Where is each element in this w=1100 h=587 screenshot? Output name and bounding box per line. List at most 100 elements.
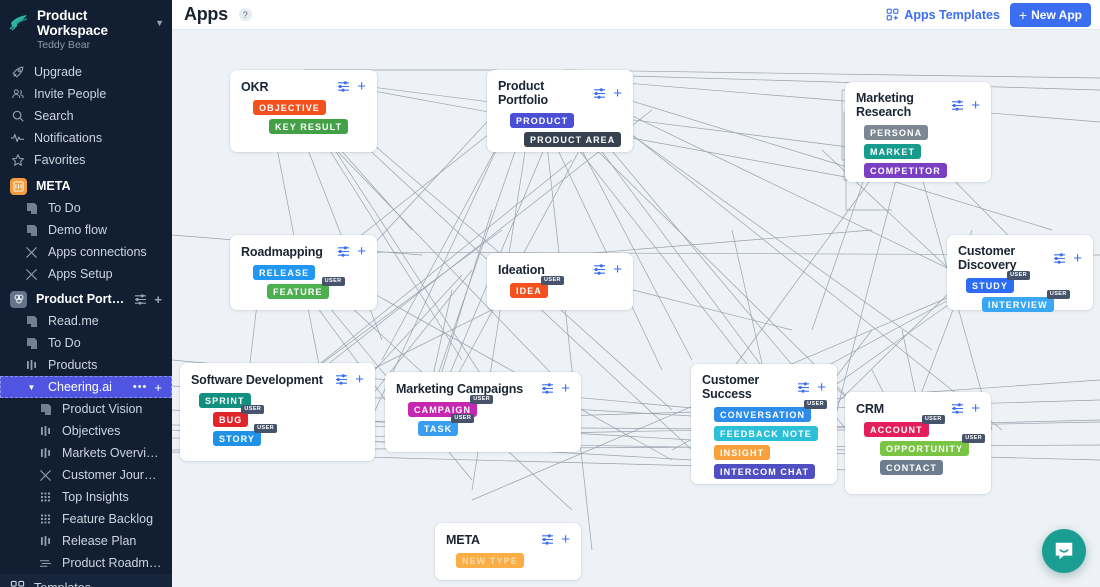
sidebar-item-top-insights[interactable]: Top Insights: [0, 486, 172, 508]
sidebar-group-label: META: [36, 179, 71, 193]
sliders-icon[interactable]: [951, 99, 964, 111]
entity-type-tag[interactable]: STORY: [213, 431, 262, 446]
add-type-button[interactable]: +: [817, 380, 826, 395]
sliders-icon[interactable]: [951, 403, 964, 414]
sidebar-item-label: Search: [34, 109, 74, 123]
sidebar-item-apps-setup[interactable]: Apps Setup: [0, 263, 172, 285]
add-type-button[interactable]: +: [561, 381, 570, 396]
sidebar-item-demo-flow[interactable]: Demo flow: [0, 219, 172, 241]
sliders-icon[interactable]: [593, 264, 606, 275]
app-card-meta[interactable]: META + NEW TYPE: [435, 523, 581, 580]
entity-type-tag[interactable]: PRODUCT AREA: [524, 132, 622, 147]
app-card-ideation[interactable]: Ideation + IDEA USER: [487, 253, 633, 310]
add-type-button[interactable]: +: [971, 98, 980, 113]
entity-type-tag[interactable]: PRODUCT: [510, 113, 575, 128]
sidebar-item-markets-overview[interactable]: Markets Overview: [0, 442, 172, 464]
entity-type-tag[interactable]: COMPETITOR: [864, 163, 947, 178]
app-card-software-development[interactable]: Software Development + SPRINT BUG USER STORY U…: [180, 363, 375, 461]
sliders-icon[interactable]: [1053, 252, 1066, 264]
sidebar-item-meta-to-do[interactable]: To Do: [0, 197, 172, 219]
sidebar-item-read-me[interactable]: Read.me: [0, 310, 172, 332]
entity-type-tag[interactable]: OPPORTUNITY: [880, 441, 970, 456]
sliders-icon[interactable]: [541, 383, 554, 394]
entity-type-tag[interactable]: CONTACT: [880, 460, 944, 475]
sidebar-group-cheering-ai[interactable]: ▼ Cheering.ai ••• +: [0, 376, 172, 398]
sidebar-item-search[interactable]: Search: [0, 105, 172, 127]
user-badge: USER: [470, 395, 494, 404]
sidebar-item-templates[interactable]: Templates: [0, 574, 172, 587]
entity-type-tag[interactable]: NEW TYPE: [456, 553, 524, 568]
add-type-button[interactable]: +: [971, 401, 980, 416]
sidebar-group-product-portfolio[interactable]: Product Portfolio +: [0, 288, 172, 310]
app-card-marketing-campaigns[interactable]: Marketing Campaigns + CAMPAIGN USER TASK USER: [385, 372, 581, 452]
add-type-button[interactable]: +: [613, 86, 622, 101]
sidebar-item-objectives[interactable]: Objectives: [0, 420, 172, 442]
sidebar-item-customer-journey-map[interactable]: Customer Journey M...: [0, 464, 172, 486]
user-badge: USER: [541, 276, 564, 285]
tag-wrapper: INSIGHT: [714, 445, 771, 460]
sliders-icon[interactable]: [337, 246, 350, 257]
entity-type-tag[interactable]: INTERVIEW: [982, 297, 1054, 312]
sliders-icon[interactable]: [797, 381, 810, 393]
entity-type-tag[interactable]: KEY RESULT: [269, 119, 349, 134]
sidebar-item-feature-backlog[interactable]: Feature Backlog: [0, 508, 172, 530]
add-button[interactable]: +: [154, 293, 162, 306]
add-type-button[interactable]: +: [357, 79, 366, 94]
sidebar-item-apps-connections[interactable]: Apps connections: [0, 241, 172, 263]
add-type-button[interactable]: +: [1073, 251, 1082, 266]
sidebar-item-invite-people[interactable]: Invite People: [0, 83, 172, 105]
entity-type-tag[interactable]: INTERCOM CHAT: [714, 464, 816, 479]
entity-type-tag[interactable]: RELEASE: [253, 265, 316, 280]
entity-type-tag[interactable]: STUDY: [966, 278, 1015, 293]
apps-templates-button[interactable]: Apps Templates: [886, 8, 1000, 22]
app-card-customer-success[interactable]: Customer Success + CONVERSATION USER FEEDBAC…: [691, 364, 837, 484]
entity-type-tag[interactable]: FEATURE: [267, 284, 329, 299]
app-card-okr[interactable]: OKR + OBJECTIVE KEY RESULT: [230, 70, 377, 152]
sidebar-item-notifications[interactable]: Notifications: [0, 127, 172, 149]
entity-type-tag[interactable]: MARKET: [864, 144, 922, 159]
new-app-button[interactable]: + New App: [1009, 2, 1091, 27]
app-card-product-portfolio[interactable]: Product Portfolio + PRODUCT PRODUCT AREA: [487, 70, 633, 152]
apps-canvas[interactable]: OKR + OBJECTIVE KEY RESULT Product Portfolio…: [172, 30, 1100, 587]
app-card-crm[interactable]: CRM + ACCOUNT USER OPPORTUNITY USER CONTACT: [845, 392, 991, 494]
sliders-icon[interactable]: [337, 81, 350, 92]
caret-down-icon[interactable]: ▼: [24, 380, 39, 395]
add-type-button[interactable]: +: [561, 532, 570, 547]
add-type-button[interactable]: +: [355, 372, 364, 387]
add-type-button[interactable]: +: [357, 244, 366, 259]
tag-row: INTERCOM CHAT: [702, 464, 826, 479]
sliders-icon[interactable]: [134, 293, 147, 305]
entity-type-tag[interactable]: FEEDBACK NOTE: [714, 426, 818, 441]
entity-type-tag[interactable]: CONVERSATION: [714, 407, 812, 422]
entity-type-tag[interactable]: PERSONA: [864, 125, 929, 140]
sidebar-item-favorites[interactable]: Favorites: [0, 149, 172, 171]
help-icon[interactable]: ?: [238, 8, 252, 21]
tag-row: STORY USER: [191, 424, 364, 446]
sidebar-item-upgrade[interactable]: Upgrade: [0, 61, 172, 83]
entity-type-tag[interactable]: OBJECTIVE: [253, 100, 326, 115]
sidebar-item-products[interactable]: Products: [0, 354, 172, 376]
app-card-customer-discovery[interactable]: Customer Discovery + STUDY USER INTERVIEW USE…: [947, 235, 1093, 312]
sliders-icon[interactable]: [335, 374, 348, 385]
more-options-icon[interactable]: •••: [133, 381, 148, 393]
sliders-icon[interactable]: [593, 87, 606, 99]
sidebar-group-meta[interactable]: META: [0, 175, 172, 197]
entity-type-tag[interactable]: BUG: [213, 412, 249, 427]
intercom-chat-button[interactable]: [1042, 529, 1086, 573]
add-type-button[interactable]: +: [613, 262, 622, 277]
entity-type-tag[interactable]: INSIGHT: [714, 445, 771, 460]
workspace-header[interactable]: Product Workspace ▼ Teddy Bear: [0, 0, 172, 57]
sidebar-item-portfolio-to-do[interactable]: To Do: [0, 332, 172, 354]
sidebar-item-release-plan[interactable]: Release Plan: [0, 530, 172, 552]
add-button[interactable]: +: [154, 381, 162, 394]
card-actions: +: [1053, 251, 1082, 266]
sliders-icon[interactable]: [541, 534, 554, 545]
entity-type-tag[interactable]: TASK: [418, 421, 459, 436]
sidebar-item-product-vision[interactable]: Product Vision: [0, 398, 172, 420]
entity-type-tag[interactable]: IDEA: [510, 283, 548, 298]
chevron-down-icon[interactable]: ▼: [155, 18, 164, 28]
entity-type-tag[interactable]: ACCOUNT: [864, 422, 929, 437]
app-card-marketing-research[interactable]: Marketing Research + PERSONA MARKET COMPETIT…: [845, 82, 991, 182]
app-card-roadmapping[interactable]: Roadmapping + RELEASE FEATURE USER: [230, 235, 377, 310]
sidebar-item-product-roadmap[interactable]: Product Roadmap: [0, 552, 172, 574]
